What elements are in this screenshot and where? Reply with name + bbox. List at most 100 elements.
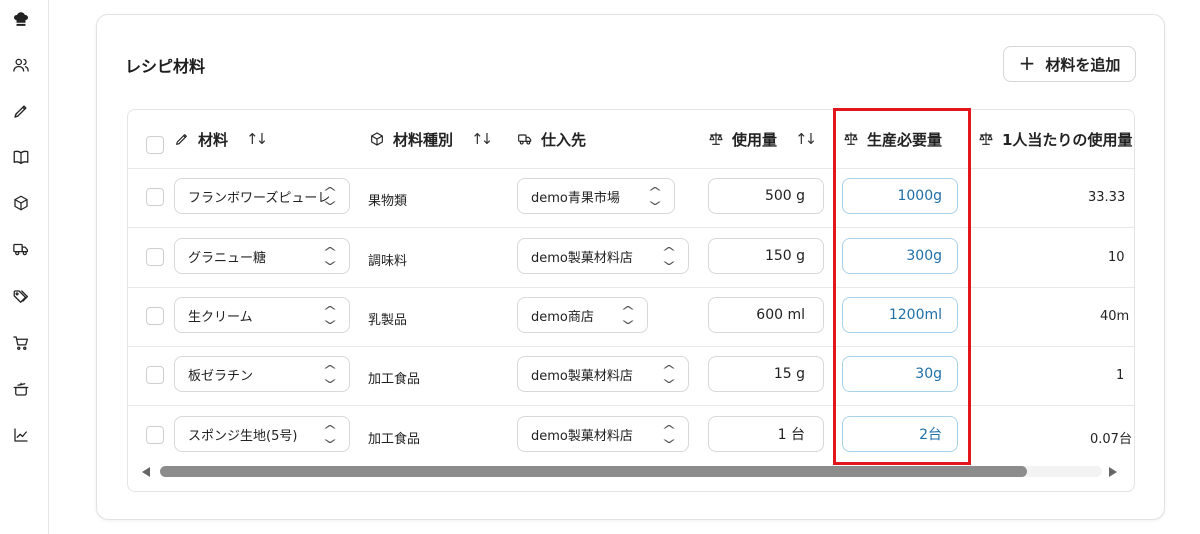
row-checkbox[interactable] (146, 248, 164, 266)
required-amount-field[interactable]: 1200ml (842, 297, 958, 333)
header-per-person: 1人当たりの使用量 (978, 110, 1132, 168)
category-value: 加工食品 (368, 432, 421, 447)
ingredient-value: 生クリーム (188, 309, 253, 325)
usage-input[interactable]: 600 ml (708, 297, 824, 333)
sort-icon[interactable]: ↑↓ (471, 130, 493, 148)
sort-icon[interactable]: ↑↓ (795, 130, 817, 148)
ingredient-value: スポンジ生地(5号) (188, 428, 298, 444)
select-all-checkbox[interactable] (146, 136, 164, 154)
per-person-value: 10 (1108, 250, 1125, 265)
ingredient-select[interactable]: グラニュー糖 ^ ^ (174, 238, 350, 274)
recipe-ingredients-card: レシピ材料 + 材料を追加 材料 ↑↓ 材料種別 ↑↓ 仕入先 使用量 ↑↓ 生… (96, 14, 1165, 520)
chevron-up-down-icon: ^ ^ (322, 304, 338, 326)
chart-icon[interactable] (10, 424, 32, 446)
header-supplier-label: 仕入先 (541, 130, 587, 149)
users-icon[interactable] (10, 54, 32, 76)
scroll-left-arrow-icon[interactable] (142, 467, 150, 477)
required-amount-field[interactable]: 30g (842, 356, 958, 392)
chevron-up-down-icon: ^ ^ (322, 423, 338, 445)
ingredient-select[interactable]: スポンジ生地(5号) ^ ^ (174, 416, 350, 452)
header-required-label: 生産必要量 (867, 130, 943, 149)
cart-icon[interactable] (10, 332, 32, 354)
category-value: 調味料 (368, 254, 408, 269)
header-usage: 使用量 ↑↓ (708, 110, 817, 168)
divider (128, 227, 1134, 228)
usage-input[interactable]: 150 g (708, 238, 824, 274)
chevron-up-down-icon: ^ ^ (322, 245, 338, 267)
divider (128, 287, 1134, 288)
add-ingredient-label: 材料を追加 (1045, 55, 1121, 74)
divider (128, 346, 1134, 347)
card-title: レシピ材料 (125, 57, 206, 76)
scroll-right-arrow-icon[interactable] (1109, 467, 1117, 477)
header-usage-label: 使用量 (732, 130, 778, 149)
chevron-up-down-icon: ^ ^ (620, 304, 636, 326)
header-category-label: 材料種別 (393, 130, 454, 149)
ingredient-value: グラニュー糖 (188, 250, 267, 266)
supplier-value: demo製菓材料店 (531, 368, 633, 384)
per-person-value: 40m (1100, 309, 1130, 324)
ingredient-select[interactable]: フランボワーズピューレ ^ ^ (174, 178, 350, 214)
header-ingredient-label: 材料 (198, 130, 229, 149)
per-person-value: 33.33 (1088, 190, 1126, 205)
divider (128, 168, 1134, 169)
truck-icon[interactable] (10, 238, 32, 260)
required-amount-field[interactable]: 300g (842, 238, 958, 274)
box-icon[interactable] (10, 192, 32, 214)
header-category: 材料種別 ↑↓ (369, 110, 493, 168)
row-checkbox[interactable] (146, 366, 164, 384)
scale-icon (844, 132, 858, 145)
per-person-value: 1 (1116, 368, 1125, 383)
usage-input[interactable]: 500 g (708, 178, 824, 214)
scrollbar-thumb[interactable] (160, 466, 1027, 477)
supplier-value: demo青果市場 (531, 190, 620, 206)
truck-icon (518, 134, 532, 145)
per-person-value: 0.07台 (1090, 432, 1132, 447)
sort-icon[interactable]: ↑↓ (246, 130, 268, 148)
supplier-select[interactable]: demo製菓材料店 ^ ^ (517, 416, 689, 452)
usage-input[interactable]: 1 台 (708, 416, 824, 452)
required-amount-field[interactable]: 1000g (842, 178, 958, 214)
add-ingredient-button[interactable]: + 材料を追加 (1003, 46, 1136, 82)
chevron-up-down-icon: ^ ^ (661, 363, 677, 385)
usage-input[interactable]: 15 g (708, 356, 824, 392)
pot-icon[interactable] (10, 378, 32, 400)
chevron-up-down-icon: ^ ^ (661, 245, 677, 267)
scale-icon (979, 132, 993, 145)
ingredient-select[interactable]: 生クリーム ^ ^ (174, 297, 350, 333)
plus-icon: + (1018, 51, 1036, 75)
scale-icon (709, 132, 723, 145)
divider (128, 405, 1134, 406)
header-supplier: 仕入先 (517, 110, 586, 168)
required-amount-field[interactable]: 2台 (842, 416, 958, 452)
header-per-person-label: 1人当たりの使用量 (1002, 130, 1133, 149)
row-checkbox[interactable] (146, 307, 164, 325)
ingredient-value: 板ゼラチン (188, 368, 254, 384)
category-value: 乳製品 (368, 313, 408, 328)
row-checkbox[interactable] (146, 426, 164, 444)
row-checkbox[interactable] (146, 188, 164, 206)
header-ingredient: 材料 ↑↓ (174, 110, 268, 168)
supplier-value: demo商店 (531, 309, 594, 325)
supplier-select[interactable]: demo商店 ^ ^ (517, 297, 648, 333)
supplier-value: demo製菓材料店 (531, 250, 633, 266)
supplier-select[interactable]: demo青果市場 ^ ^ (517, 178, 675, 214)
ingredient-select[interactable]: 板ゼラチン ^ ^ (174, 356, 350, 392)
chef-hat-icon[interactable] (10, 8, 32, 30)
sidebar-rail (0, 0, 49, 534)
supplier-select[interactable]: demo製菓材料店 ^ ^ (517, 356, 689, 392)
category-value: 果物類 (368, 194, 408, 209)
chevron-up-down-icon: ^ ^ (661, 423, 677, 445)
book-icon[interactable] (10, 146, 32, 168)
horizontal-scrollbar[interactable] (160, 466, 1102, 477)
tags-icon[interactable] (10, 286, 32, 308)
chevron-up-down-icon: ^ ^ (322, 185, 338, 207)
pen-icon (176, 134, 187, 145)
ingredients-table: 材料 ↑↓ 材料種別 ↑↓ 仕入先 使用量 ↑↓ 生産必要量 1人当たりの使用量 (127, 109, 1135, 492)
chevron-up-down-icon: ^ ^ (647, 185, 663, 207)
chevron-up-down-icon: ^ ^ (322, 363, 338, 385)
ingredient-value: フランボワーズピューレ (188, 190, 331, 206)
pen-icon[interactable] (10, 100, 32, 122)
supplier-select[interactable]: demo製菓材料店 ^ ^ (517, 238, 689, 274)
box-icon (371, 132, 383, 146)
